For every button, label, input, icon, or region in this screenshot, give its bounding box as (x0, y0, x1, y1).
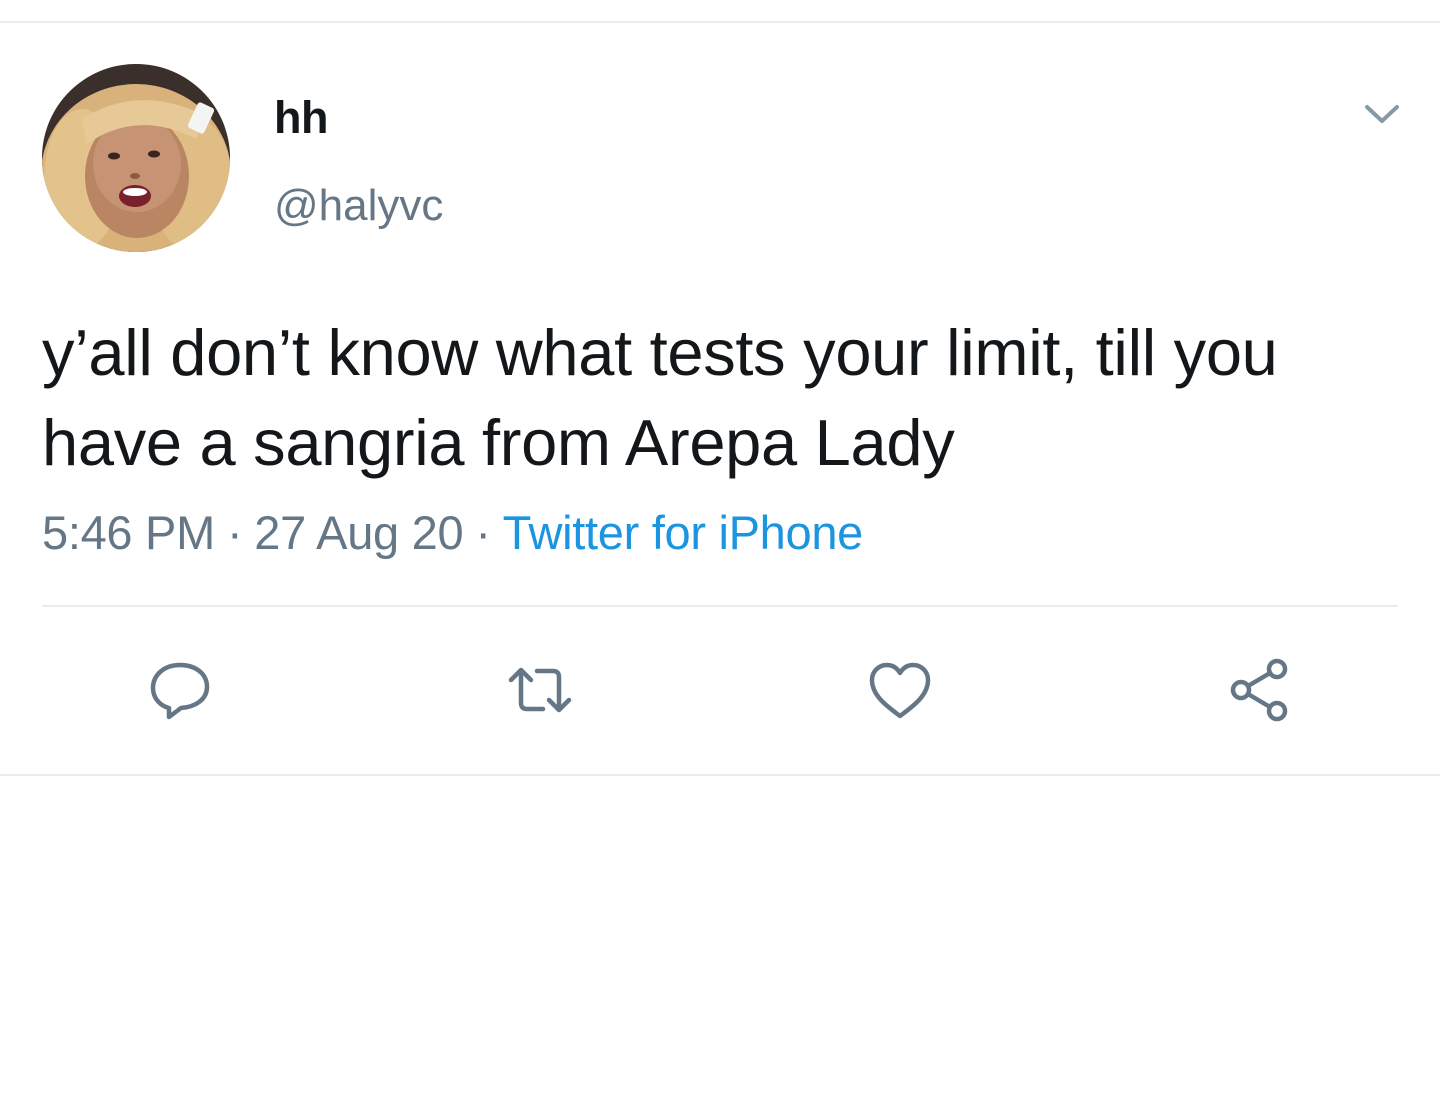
avatar[interactable] (42, 64, 230, 252)
reply-icon (147, 657, 213, 728)
heart-icon (866, 657, 934, 728)
meta-separator: · (475, 506, 491, 559)
meta-separator: · (226, 506, 243, 559)
top-divider (0, 21, 1440, 23)
retweet-button[interactable] (500, 652, 580, 732)
tweet-text: y’all don’t know what tests your limit, … (42, 316, 1278, 479)
tweet-detail-view: hh @halyvc y’all don’t know what tests y… (0, 0, 1440, 1094)
display-name[interactable]: hh (274, 92, 328, 144)
tweet-time[interactable]: 5:46 PM (42, 506, 215, 559)
share-icon (1225, 655, 1295, 730)
chevron-down-icon (1362, 101, 1402, 132)
user-handle[interactable]: @halyvc (274, 180, 443, 232)
share-button[interactable] (1220, 652, 1300, 732)
more-options-button[interactable] (1352, 92, 1412, 140)
like-button[interactable] (860, 652, 940, 732)
retweet-icon (505, 657, 575, 728)
bottom-divider (0, 774, 1440, 776)
tweet-metadata: 5:46 PM · 27 Aug 20 · Twitter for iPhone (42, 503, 863, 563)
tweet-source-link[interactable]: Twitter for iPhone (503, 506, 864, 559)
reply-button[interactable] (140, 652, 220, 732)
tweet-date[interactable]: 27 Aug 20 (254, 506, 463, 559)
actions-divider (42, 605, 1398, 607)
